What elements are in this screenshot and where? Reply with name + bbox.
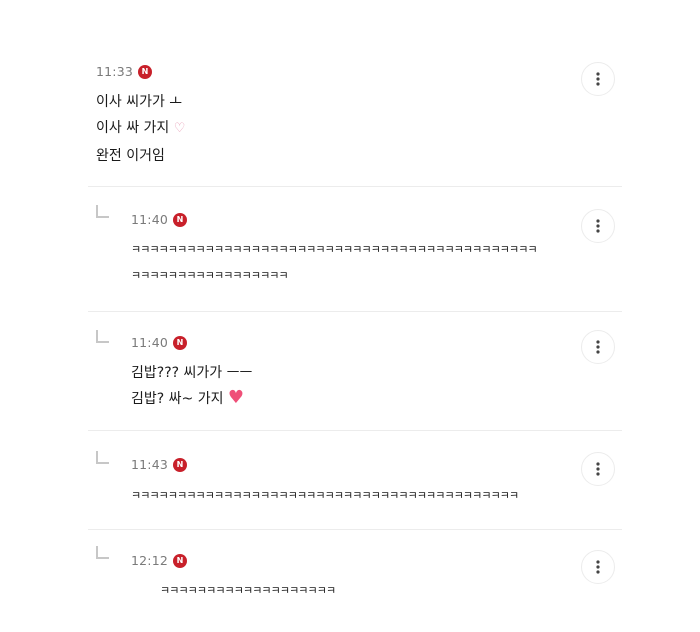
comment-time: 11:43 — [131, 457, 169, 472]
more-options-button[interactable] — [581, 330, 615, 364]
more-vertical-icon — [596, 462, 600, 476]
comment-text-line: 김밥? 싸~ 가지 ♥ — [131, 388, 244, 409]
new-badge-icon: N — [173, 212, 188, 227]
reply-comment: 12:12 N ㅋㅋㅋㅋㅋㅋㅋㅋㅋㅋㅋㅋㅋㅋㅋㅋㅋㅋㅋ — [0, 530, 700, 632]
more-options-button[interactable] — [581, 550, 615, 584]
reply-comment: 11:40 N 김밥??? 씨가가 ㅡㅡ 김밥? 싸~ 가지 ♥ — [0, 312, 700, 430]
reply-arrow-icon — [96, 330, 109, 343]
comment-meta: 12:12 N — [131, 553, 188, 568]
comment-time: 11:40 — [131, 212, 169, 227]
more-options-button[interactable] — [581, 452, 615, 486]
comment-text-line: 이사 싸 가지 ♡ — [96, 118, 185, 139]
more-vertical-icon — [596, 72, 600, 86]
comment-meta: 11:40 N — [131, 212, 188, 227]
comment-text-line: ㅋㅋㅋㅋㅋㅋㅋㅋㅋㅋㅋㅋㅋㅋㅋㅋㅋㅋㅋ — [160, 584, 336, 597]
more-vertical-icon — [596, 219, 600, 233]
comment-text-line: 김밥??? 씨가가 ㅡㅡ — [131, 365, 253, 381]
heart-outline-icon: ♡ — [173, 121, 186, 136]
comment-time: 12:12 — [131, 553, 169, 568]
reply-comment: 11:40 N ㅋㅋㅋㅋㅋㅋㅋㅋㅋㅋㅋㅋㅋㅋㅋㅋㅋㅋㅋㅋㅋㅋㅋㅋㅋㅋㅋㅋㅋㅋㅋㅋ… — [0, 187, 700, 311]
comment-text-line: ㅋㅋㅋㅋㅋㅋㅋㅋㅋㅋㅋㅋㅋㅋㅋㅋㅋㅋㅋㅋㅋㅋㅋㅋㅋㅋㅋㅋㅋㅋㅋㅋㅋㅋㅋㅋㅋㅋㅋㅋ… — [131, 243, 538, 256]
comment-text-line: 완전 이거임 — [96, 148, 165, 164]
more-options-button[interactable] — [581, 209, 615, 243]
heart-filled-icon: ♥ — [227, 387, 245, 408]
comment-text: 김밥? 싸~ 가지 — [131, 391, 224, 407]
reply-comment: 11:43 N ㅋㅋㅋㅋㅋㅋㅋㅋㅋㅋㅋㅋㅋㅋㅋㅋㅋㅋㅋㅋㅋㅋㅋㅋㅋㅋㅋㅋㅋㅋㅋㅋ… — [0, 431, 700, 529]
reply-arrow-icon — [96, 451, 109, 464]
comment: 11:33 N 이사 씨가가 ㅗ 이사 싸 가지 ♡ 완전 이거임 — [0, 0, 700, 186]
reply-arrow-icon — [96, 205, 109, 218]
comment-text-line: ㅋㅋㅋㅋㅋㅋㅋㅋㅋㅋㅋㅋㅋㅋㅋㅋㅋㅋㅋㅋㅋㅋㅋㅋㅋㅋㅋㅋㅋㅋㅋㅋㅋㅋㅋㅋㅋㅋㅋㅋ… — [131, 489, 519, 502]
more-vertical-icon — [596, 560, 600, 574]
more-options-button[interactable] — [581, 62, 615, 96]
comment-thread: 11:33 N 이사 씨가가 ㅗ 이사 싸 가지 ♡ 완전 이거임 11:40 … — [0, 0, 700, 632]
reply-arrow-icon — [96, 546, 109, 559]
comment-meta: 11:33 N — [96, 64, 153, 79]
comment-meta: 11:43 N — [131, 457, 188, 472]
new-badge-icon: N — [173, 457, 188, 472]
new-badge-icon: N — [173, 553, 188, 568]
comment-meta: 11:40 N — [131, 335, 188, 350]
comment-text-line: 이사 씨가가 ㅗ — [96, 94, 183, 110]
comment-time: 11:33 — [96, 64, 134, 79]
comment-text: 이사 싸 가지 — [96, 120, 170, 136]
more-vertical-icon — [596, 340, 600, 354]
new-badge-icon: N — [173, 335, 188, 350]
new-badge-icon: N — [138, 64, 153, 79]
comment-time: 11:40 — [131, 335, 169, 350]
comment-text-line: ㅋㅋㅋㅋㅋㅋㅋㅋㅋㅋㅋㅋㅋㅋㅋㅋㅋ — [131, 269, 289, 282]
